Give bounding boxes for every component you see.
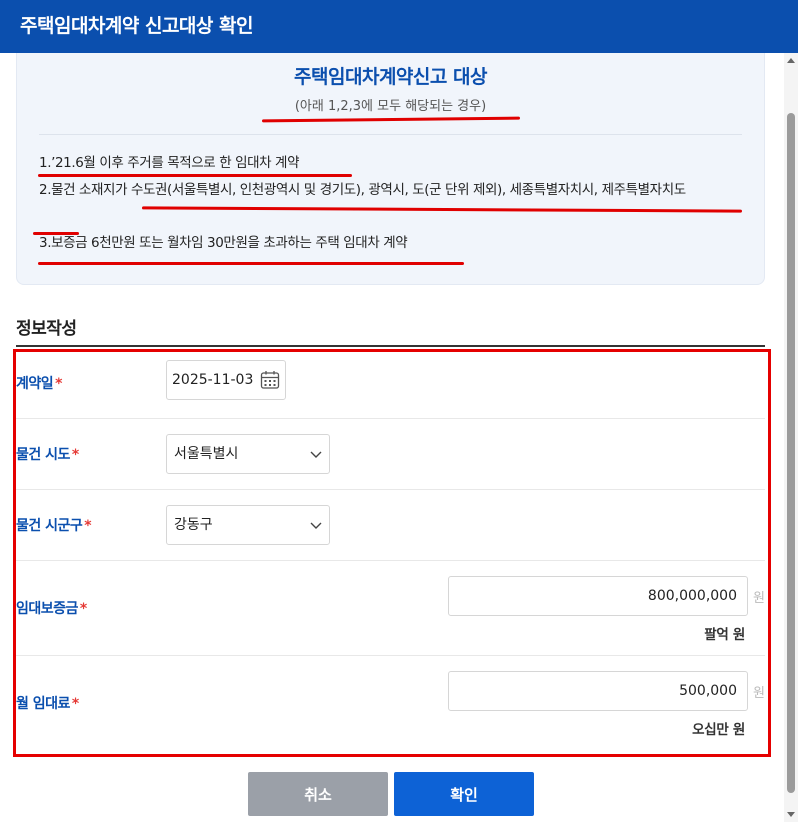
info-item-1: 1.’21.6월 이후 주거를 목적으로 한 임대차 계약 (39, 155, 300, 171)
vertical-scrollbar[interactable] (784, 53, 798, 822)
info-title: 주택임대차계약신고 대상 (294, 66, 487, 88)
dialog-title: 주택임대차계약 신고대상 확인 (0, 0, 798, 53)
info-subtitle: (아래 1,2,3에 모두 해당되는 경우) (294, 99, 487, 114)
scroll-up-arrow-icon[interactable] (786, 56, 796, 66)
info-item-3: 3.보증금 6천만원 또는 월차임 30만원을 초과하는 주택 임대차 계약 (39, 235, 408, 251)
dialog-content: 주택임대차계약신고 대상 (아래 1,2,3에 모두 해당되는 경우) 1.’2… (0, 53, 784, 822)
confirm-button[interactable]: 확인 (394, 772, 534, 816)
scroll-down-arrow-icon[interactable] (786, 809, 796, 819)
info-item-2: 2.물건 소재지가 수도권(서울특별시, 인천광역시 및 경기도), 광역시, … (39, 182, 686, 198)
info-box: 주택임대차계약신고 대상 (아래 1,2,3에 모두 해당되는 경우) 1.’2… (16, 53, 765, 285)
highlight-underline (38, 174, 352, 177)
form-highlight-outline (13, 349, 771, 757)
section-title: 정보작성 (16, 319, 77, 339)
highlight-underline (33, 232, 79, 235)
scrollbar-thumb[interactable] (787, 113, 795, 793)
cancel-button[interactable]: 취소 (248, 772, 388, 816)
section-divider (16, 345, 765, 347)
highlight-underline (38, 262, 464, 265)
info-divider (39, 134, 742, 135)
